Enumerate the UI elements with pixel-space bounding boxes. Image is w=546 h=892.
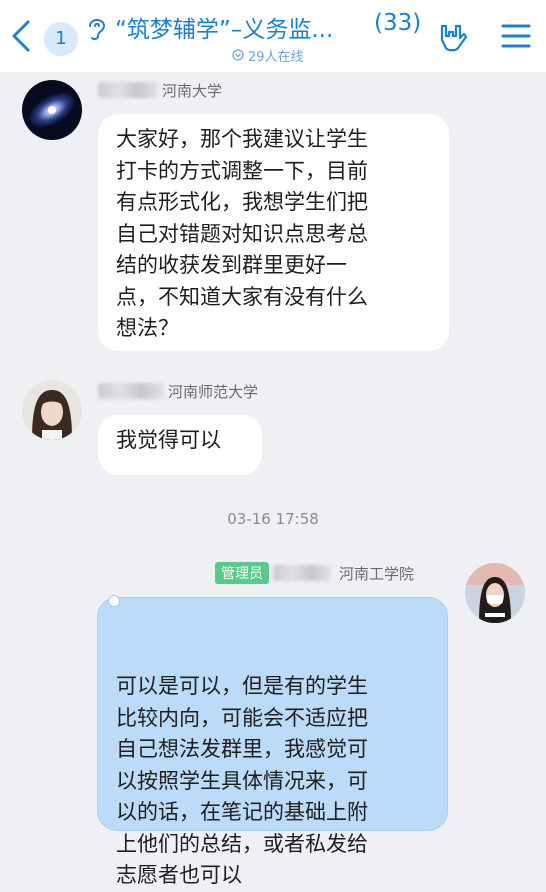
unread-count-badge[interactable]: 1 [44,22,78,56]
avatar-girl[interactable] [22,380,82,440]
online-status: 29人在线 [232,46,304,65]
message-bubble[interactable]: 大家好，那个我建议让学生 打卡的方式调整一下，目前 有点形式化，我想学生们把 自… [98,114,449,351]
galaxy-avatar-image [22,80,82,140]
online-count-label: 29人在线 [248,49,304,65]
self-avatar-image [465,563,525,623]
blurred-name [98,383,164,399]
message-bubble[interactable]: 我觉得可以 [98,415,262,475]
hand-gesture-icon[interactable] [436,20,470,54]
message-timestamp: 03-16 17:58 [227,510,319,528]
online-status-icon [232,49,244,61]
avatar-galaxy[interactable] [22,80,82,140]
sender-school: 河南工学院 [339,564,415,583]
sender-school: 河南师范大学 [168,382,259,401]
avatar-self[interactable] [465,563,525,623]
bubble-decoration [108,595,120,607]
chat-header: 1 “筑梦辅学”–义务监... (33) 29人在线 [0,0,546,72]
sender-school: 河南大学 [162,81,223,100]
message-text: 可以是可以，但是有的学生 比较内向，可能会不适应把 自己想法发群里，我感觉可 以… [116,674,368,887]
message-bubble-self[interactable]: 可以是可以，但是有的学生 比较内向，可能会不适应把 自己想法发群里，我感觉可 以… [97,595,448,887]
sender-name-row: 河南师范大学 [98,381,258,401]
menu-icon[interactable] [500,22,532,50]
member-count[interactable]: (33) [374,10,421,36]
ear-icon[interactable] [86,14,108,42]
sender-name-row: 管理员 河南工学院 [215,562,415,584]
admin-badge: 管理员 [215,562,269,584]
blurred-name [98,82,158,98]
chat-title[interactable]: “筑梦辅学”–义务监... [115,10,365,44]
sender-name-row: 河南大学 [98,80,222,100]
back-arrow-icon[interactable] [6,18,36,54]
girl-avatar-image [22,380,82,440]
blurred-name [273,565,331,581]
